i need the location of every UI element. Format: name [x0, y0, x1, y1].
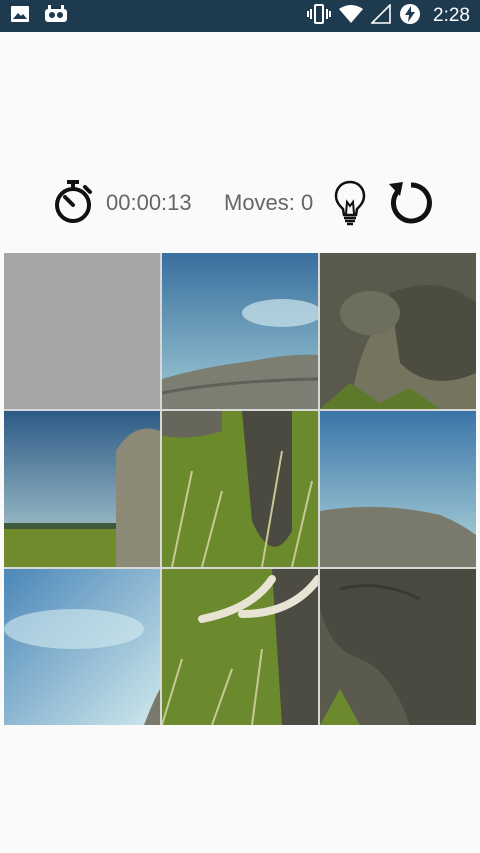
- game-toolbar: 00:00:13 Moves: 0: [0, 176, 480, 232]
- battery-charging-icon: [399, 3, 421, 30]
- puzzle-tile[interactable]: [4, 569, 160, 725]
- puzzle-tile[interactable]: [320, 253, 476, 409]
- wifi-icon: [339, 4, 364, 29]
- puzzle-tile[interactable]: [320, 569, 476, 725]
- puzzle-tile[interactable]: [4, 411, 160, 567]
- empty-tile[interactable]: [4, 253, 160, 409]
- puzzle-tile[interactable]: [162, 253, 318, 409]
- lightbulb-icon[interactable]: [334, 180, 366, 226]
- status-bar: 2:28: [0, 0, 480, 32]
- restart-icon[interactable]: [386, 178, 436, 228]
- moves-counter: Moves: 0: [224, 190, 314, 215]
- puzzle-tile[interactable]: [162, 569, 318, 725]
- stopwatch-icon: [55, 180, 92, 223]
- image-icon: [10, 4, 30, 29]
- vibrate-icon: [307, 3, 332, 30]
- timer-display: 00:00:13: [106, 190, 192, 215]
- puzzle-tile[interactable]: [320, 411, 476, 567]
- status-time: 2:28: [433, 5, 470, 26]
- signal-icon: [370, 2, 391, 29]
- puzzle-tile[interactable]: [162, 411, 318, 567]
- robot-icon: [44, 4, 68, 29]
- puzzle-board: [4, 253, 476, 725]
